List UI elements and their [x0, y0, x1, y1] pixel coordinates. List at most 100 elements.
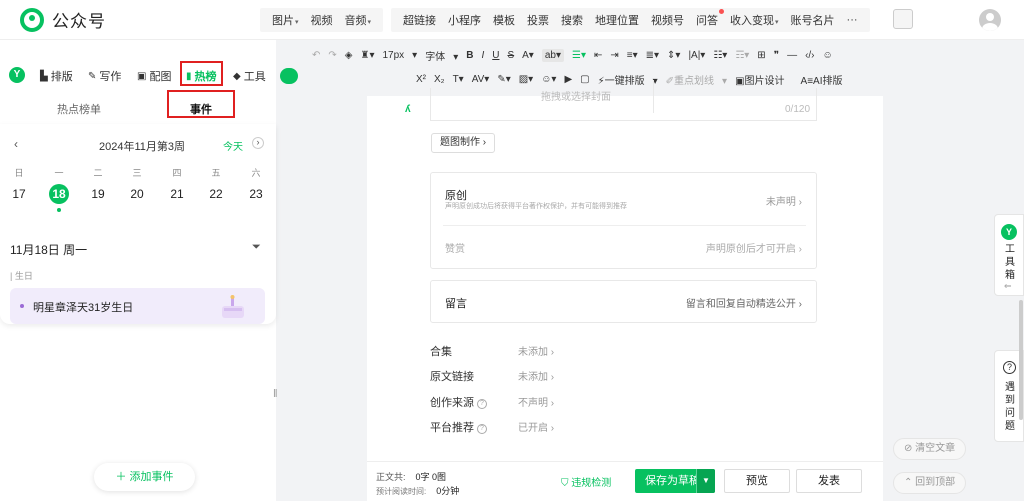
quote-icon[interactable]: ❞	[774, 50, 779, 61]
bg-color-icon[interactable]: ab▾	[541, 49, 564, 62]
calendar-day[interactable]: 19	[88, 184, 108, 204]
strikethrough-icon[interactable]: S	[507, 50, 514, 61]
menu-hyperlink[interactable]: 超链接	[397, 12, 442, 28]
code-icon[interactable]: ‹/›	[805, 50, 814, 61]
tool-image[interactable]: ▣ 配图	[137, 68, 171, 84]
divider-icon[interactable]: —	[787, 50, 797, 61]
avatar[interactable]	[979, 9, 1001, 31]
menu-monetize[interactable]: 收入变现▾	[724, 12, 785, 28]
assistant-logo-icon[interactable]: Y	[9, 67, 25, 83]
paragraph-spacing-icon[interactable]: ≣▾	[646, 50, 659, 61]
menu-qa[interactable]: 问答	[690, 8, 725, 28]
font-select[interactable]: 字体 ▾	[425, 48, 458, 63]
help-icon[interactable]: ?	[477, 399, 487, 409]
chevron-down-icon[interactable]: ▼	[696, 469, 715, 493]
calendar-day-selected[interactable]: 18	[49, 184, 69, 204]
video-icon[interactable]: ▶	[564, 74, 572, 85]
filter-icon[interactable]: ⏷	[252, 241, 261, 254]
tool-tools[interactable]: ◆ 工具	[233, 68, 266, 84]
menu-audio[interactable]: 音频▾	[339, 12, 378, 28]
app-logo[interactable]: 公众号	[20, 7, 260, 32]
calendar-day[interactable]: 20	[127, 184, 147, 204]
assistant-small-icon[interactable]: ʎ	[405, 104, 411, 115]
chevron-left-icon[interactable]: ‹	[14, 137, 18, 151]
ai-layout-button[interactable]: A≡AI排版	[801, 72, 851, 87]
meta-row-creation-source[interactable]: 创作来源? 不声明 ›	[430, 394, 630, 409]
font-size-select[interactable]: 17px ▾	[382, 50, 417, 61]
list-icon[interactable]: ☷▾	[713, 50, 727, 61]
underline-icon[interactable]: U	[492, 50, 499, 61]
publish-button[interactable]: 发表	[796, 469, 862, 493]
indent-icon[interactable]: ⇤	[594, 50, 602, 61]
line-height-icon[interactable]: ≡▾	[627, 50, 638, 61]
clear-format-icon[interactable]: ◈	[345, 50, 353, 61]
outdent-icon[interactable]: ⇥	[610, 50, 618, 61]
phone-preview-icon[interactable]	[893, 9, 913, 29]
undo-icon[interactable]: ↶	[312, 50, 320, 61]
meta-row-source-link[interactable]: 原文链接 未添加 ›	[430, 368, 630, 383]
letter-case-icon[interactable]: AV▾	[472, 74, 490, 85]
original-declare-link[interactable]: 未声明 ›	[766, 193, 802, 208]
tab-hot-list[interactable]: 热点榜单	[57, 101, 101, 117]
tool-write[interactable]: ✎ 写作	[88, 68, 121, 84]
bold-icon[interactable]: B	[466, 50, 473, 61]
align-left-icon[interactable]: ☰▾	[572, 50, 586, 61]
image-design-button[interactable]: ▣图片设计	[735, 72, 792, 87]
meta-value[interactable]: 未添加 ›	[518, 343, 554, 358]
reward-link[interactable]: 声明原创后才可开启 ›	[706, 240, 802, 255]
letter-spacing-icon[interactable]: |A|▾	[688, 50, 705, 61]
preview-button[interactable]: 预览	[724, 469, 790, 493]
italic-icon[interactable]: I	[481, 50, 484, 61]
table-icon[interactable]: ⊞	[757, 50, 765, 61]
today-button[interactable]: 今天	[223, 138, 243, 153]
calendar-day[interactable]: 23	[246, 184, 266, 204]
scrollbar[interactable]	[1019, 300, 1023, 420]
violation-check-button[interactable]: ⛉ 违规检测	[561, 474, 611, 489]
more-menu-icon[interactable]: ···	[841, 14, 864, 26]
box-icon[interactable]: ▢	[580, 74, 589, 85]
toolbox-panel[interactable]: Y 工具箱 ⇐	[994, 214, 1024, 296]
text-align-icon[interactable]: T▾	[453, 74, 464, 85]
emoji-icon[interactable]: ☺	[823, 50, 833, 61]
meta-value[interactable]: 未添加 ›	[518, 368, 554, 383]
comment-setting-link[interactable]: 留言和回复自动精选公开 ›	[686, 295, 802, 310]
redo-icon[interactable]: ↷	[328, 50, 336, 61]
spacing-icon[interactable]: ⇕▾	[667, 50, 680, 61]
clear-article-button[interactable]: ⊘ 清空文章	[893, 438, 967, 460]
key-line-button[interactable]: ✐重点划线 ▾	[666, 72, 727, 87]
one-click-layout-button[interactable]: ⚡一键排版 ▾	[598, 72, 658, 87]
meta-value[interactable]: 已开启 ›	[518, 419, 554, 434]
menu-miniprogram[interactable]: 小程序	[442, 12, 487, 28]
meta-value[interactable]: 不声明 ›	[518, 394, 554, 409]
calendar-day[interactable]: 22	[206, 184, 226, 204]
panel-resize-handle[interactable]: ‖	[273, 388, 278, 400]
font-color-icon[interactable]: A▾	[522, 50, 534, 61]
menu-location[interactable]: 地理位置	[589, 12, 645, 28]
back-to-top-button[interactable]: ⌃ 回到顶部	[893, 472, 967, 494]
format-painter-icon[interactable]: ♜▾	[360, 50, 374, 61]
add-event-button[interactable]: ＋ 添加事件	[94, 463, 195, 491]
cover-make-button[interactable]: 题图制作 ›	[431, 133, 496, 153]
pen-tool-icon[interactable]: ✎▾	[497, 74, 510, 85]
tool-layout[interactable]: ▙ 排版	[40, 68, 73, 84]
menu-template[interactable]: 模板	[487, 12, 521, 28]
meta-row-collection[interactable]: 合集 未添加 ›	[430, 343, 630, 358]
menu-channels[interactable]: 视频号	[645, 12, 690, 28]
calendar-day[interactable]: 21	[167, 184, 187, 204]
assistant-toggle[interactable]	[280, 68, 298, 84]
calendar-day[interactable]: 17	[9, 184, 29, 204]
insert-emoji-icon[interactable]: ☺▾	[541, 74, 556, 85]
menu-video[interactable]: 视频	[305, 12, 339, 28]
menu-vote[interactable]: 投票	[521, 12, 555, 28]
menu-account-card[interactable]: 账号名片	[785, 12, 841, 28]
ordered-list-icon[interactable]: ☶▾	[735, 50, 749, 61]
chevron-right-icon[interactable]: ›	[252, 137, 264, 149]
cover-area[interactable]: 拖拽或选择封面	[430, 80, 817, 121]
event-card[interactable]: 明星章泽天31岁生日	[10, 288, 265, 324]
menu-search[interactable]: 搜索	[555, 12, 589, 28]
help-icon[interactable]: ?	[477, 424, 487, 434]
superscript-icon[interactable]: X²	[416, 74, 426, 85]
subscript-icon[interactable]: X₂	[434, 74, 445, 85]
meta-row-recommend[interactable]: 平台推荐? 已开启 ›	[430, 419, 630, 434]
menu-image[interactable]: 图片▾	[266, 12, 305, 28]
